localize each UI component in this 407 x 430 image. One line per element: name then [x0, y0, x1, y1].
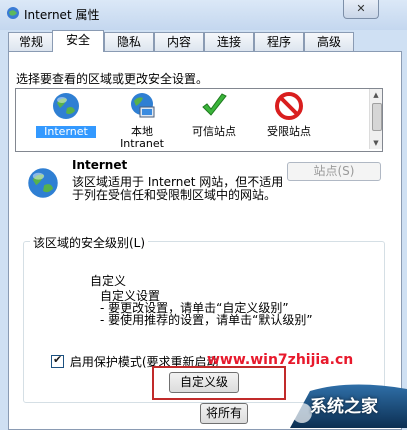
zone-info-title: Internet [72, 158, 128, 172]
zone-item-internet[interactable]: Internet [36, 91, 96, 138]
zone-list[interactable]: Internet 本地 Intranet 可信站点 受限站点 ▲ ▼ [15, 88, 383, 152]
zone-item-trusted[interactable]: 可信站点 [184, 91, 244, 138]
zone-item-restricted[interactable]: 受限站点 [259, 91, 319, 138]
watermark-highlight-box [152, 366, 286, 400]
tab-connections[interactable]: 连接 [204, 32, 254, 51]
title-bar: Internet 属性 ✕ [0, 0, 407, 30]
globe-icon [53, 93, 79, 119]
tab-advanced[interactable]: 高级 [304, 32, 354, 51]
checkmark-icon [202, 93, 227, 116]
internet-options-icon [7, 7, 19, 19]
reset-all-zones-button[interactable]: 将所有 [200, 403, 248, 424]
security-level-name: 自定义 [90, 274, 127, 288]
tab-content[interactable]: 内容 [154, 32, 204, 51]
scroll-up-arrow-icon[interactable]: ▲ [370, 89, 382, 101]
tab-programs[interactable]: 程序 [254, 32, 304, 51]
tab-privacy[interactable]: 隐私 [104, 32, 154, 51]
zone-label-restricted: 受限站点 [267, 125, 311, 138]
restricted-icon [275, 92, 303, 120]
level-line: - 要使用推荐的设置，请单击“默认级别” [100, 313, 313, 327]
tab-strip: 常规 安全 隐私 内容 连接 程序 高级 [8, 30, 400, 52]
tab-general[interactable]: 常规 [8, 32, 54, 51]
sites-button[interactable]: 站点(S) [287, 162, 381, 181]
close-button[interactable]: ✕ [343, 0, 379, 19]
scroll-down-arrow-icon[interactable]: ▼ [370, 137, 382, 149]
zone-label-intranet: 本地 Intranet [120, 125, 164, 150]
zone-info-description: 该区域适用于 Internet 网站，但不适用于列在受信任和受限制区域中的网站。 [72, 175, 284, 202]
security-level-group-title: 该区域的安全级别(L) [30, 234, 149, 251]
watermark-brand: 系统之家 [310, 397, 378, 417]
zone-instruction: 选择要查看的区域或更改安全设置。 [16, 72, 209, 86]
security-level-description: 自定义设置 - 要更改设置，请单击“自定义级别” - 要使用推荐的设置，请单击“… [100, 290, 313, 326]
globe-icon [28, 168, 58, 198]
intranet-icon [131, 93, 155, 118]
tab-security[interactable]: 安全 [52, 30, 104, 52]
zone-label-trusted: 可信站点 [192, 125, 236, 138]
checkmark-icon: ✔ [53, 353, 63, 366]
zone-label-internet: Internet [36, 126, 96, 138]
protected-mode-checkbox[interactable]: ✔ [51, 353, 64, 368]
window-title: Internet 属性 [24, 8, 100, 22]
zone-list-scrollbar[interactable]: ▲ ▼ [369, 89, 382, 149]
scroll-thumb[interactable] [372, 103, 382, 131]
zone-item-intranet[interactable]: 本地 Intranet [112, 91, 172, 150]
